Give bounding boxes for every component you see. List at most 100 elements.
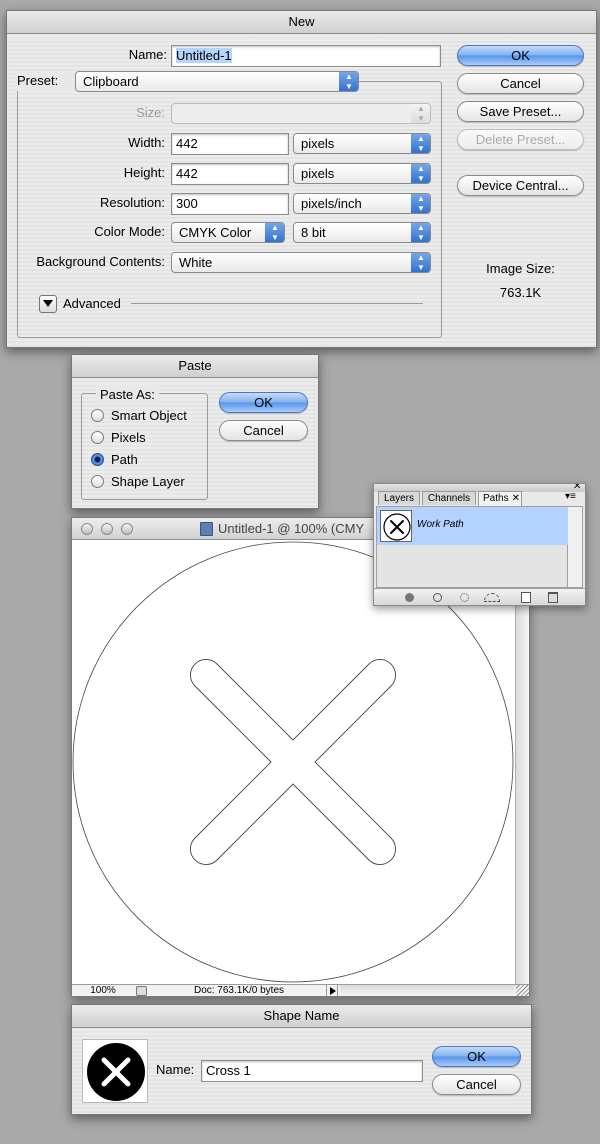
status-icon[interactable] bbox=[136, 986, 147, 996]
resolution-unit-select[interactable]: pixels/inch ▲ ▼ bbox=[293, 193, 431, 214]
tab-label: Channels bbox=[427, 493, 471, 504]
image-size-value: 763.1K bbox=[499, 285, 542, 300]
background-contents-select[interactable]: White ▲ ▼ bbox=[171, 252, 431, 273]
canvas[interactable] bbox=[72, 541, 515, 984]
resolution-label: Resolution: bbox=[99, 195, 165, 210]
preset-select-value: Clipboard bbox=[83, 74, 139, 89]
tab-paths[interactable]: Paths ✕ bbox=[478, 491, 522, 506]
color-mode-value: CMYK Color bbox=[179, 225, 252, 240]
path-list-scrollbar[interactable] bbox=[568, 506, 583, 588]
zoom-window-icon[interactable] bbox=[121, 523, 133, 535]
name-input-value: Untitled-1 bbox=[176, 48, 232, 63]
width-label: Width: bbox=[128, 135, 165, 150]
zoom-level[interactable]: 100% bbox=[72, 985, 134, 996]
shape-name-label: Name: bbox=[156, 1062, 195, 1077]
preset-label: Preset: bbox=[15, 71, 75, 91]
paste-dialog-title: Paste bbox=[72, 355, 318, 378]
background-contents-value: White bbox=[179, 255, 213, 270]
cancel-button[interactable]: Cancel bbox=[457, 73, 584, 94]
width-input[interactable]: 442 bbox=[171, 133, 289, 155]
resolution-unit-value: pixels/inch bbox=[301, 196, 362, 211]
resolution-input[interactable]: 300 bbox=[171, 193, 289, 215]
paste-option-shape-layer[interactable]: Shape Layer bbox=[91, 473, 185, 491]
color-mode-select[interactable]: CMYK Color ▲ ▼ bbox=[171, 222, 285, 243]
chevron-updown-icon: ▲ ▼ bbox=[411, 164, 430, 183]
preset-select[interactable]: Clipboard ▲ ▼ bbox=[75, 71, 359, 92]
document-title: Untitled-1 @ 100% (CMY bbox=[218, 521, 365, 536]
make-work-path-icon[interactable] bbox=[484, 593, 500, 602]
doc-info: Doc: 763.1K/0 bytes bbox=[193, 985, 285, 996]
status-menu-button[interactable] bbox=[326, 985, 338, 996]
chevron-updown-icon: ▲ ▼ bbox=[411, 223, 430, 242]
path-row-work-path[interactable]: Work Path bbox=[377, 507, 568, 545]
radio-icon bbox=[91, 475, 104, 488]
bit-depth-select[interactable]: 8 bit ▲ ▼ bbox=[293, 222, 431, 243]
height-unit-select[interactable]: pixels ▲ ▼ bbox=[293, 163, 431, 184]
name-label: Name: bbox=[128, 47, 167, 62]
new-dialog-title: New bbox=[7, 11, 596, 34]
minimize-window-icon[interactable] bbox=[101, 523, 113, 535]
height-input[interactable]: 442 bbox=[171, 163, 289, 185]
close-window-icon[interactable] bbox=[81, 523, 93, 535]
shape-name-input[interactable]: Cross 1 bbox=[201, 1060, 423, 1082]
paste-cancel-button[interactable]: Cancel bbox=[219, 420, 308, 441]
paste-option-smart-object[interactable]: Smart Object bbox=[91, 407, 187, 425]
triangle-down-icon bbox=[43, 300, 53, 307]
shape-name-dialog: Shape Name Name: Cross 1 OK Cancel bbox=[71, 1004, 532, 1115]
shape-preview bbox=[82, 1039, 148, 1103]
size-select[interactable]: ▲ ▼ bbox=[171, 103, 431, 124]
advanced-label: Advanced bbox=[63, 296, 121, 311]
tab-channels[interactable]: Channels bbox=[422, 491, 476, 505]
horizontal-scrollbar[interactable] bbox=[340, 985, 515, 996]
tab-close-icon[interactable]: ✕ bbox=[512, 493, 520, 504]
tab-layers[interactable]: Layers bbox=[378, 491, 420, 505]
paste-as-label: Paste As: bbox=[96, 385, 159, 405]
path-thumbnail bbox=[380, 510, 412, 542]
advanced-disclosure-button[interactable] bbox=[39, 295, 57, 313]
panel-menu-icon[interactable]: ▾≡ bbox=[565, 492, 576, 502]
triangle-right-icon bbox=[330, 987, 336, 995]
save-preset-button[interactable]: Save Preset... bbox=[457, 101, 584, 122]
ok-button[interactable]: OK bbox=[457, 45, 584, 66]
paste-option-pixels[interactable]: Pixels bbox=[91, 429, 146, 447]
width-unit-select[interactable]: pixels ▲ ▼ bbox=[293, 133, 431, 154]
document-proxy-icon bbox=[200, 522, 213, 536]
advanced-divider bbox=[131, 303, 423, 304]
stroke-path-icon[interactable] bbox=[433, 593, 442, 602]
status-bar: 100% Doc: 763.1K/0 bytes bbox=[72, 984, 529, 996]
width-unit-value: pixels bbox=[301, 136, 335, 151]
height-unit-value: pixels bbox=[301, 166, 335, 181]
color-mode-label: Color Mode: bbox=[94, 224, 165, 239]
chevron-updown-icon: ▲ ▼ bbox=[411, 194, 430, 213]
paths-panel: ✕ Layers Channels Paths ✕ ▾≡ Work Path bbox=[373, 483, 586, 606]
shape-ok-button[interactable]: OK bbox=[432, 1046, 521, 1067]
name-input[interactable]: Untitled-1 bbox=[171, 45, 441, 67]
trash-icon[interactable] bbox=[548, 592, 558, 603]
vertical-scrollbar[interactable] bbox=[515, 541, 529, 984]
paste-ok-button[interactable]: OK bbox=[219, 392, 308, 413]
path-name: Work Path bbox=[417, 519, 464, 530]
panel-footer bbox=[374, 588, 585, 605]
load-selection-icon[interactable] bbox=[460, 593, 469, 602]
new-path-icon[interactable] bbox=[521, 592, 531, 603]
new-dialog: New Name: Untitled-1 Preset: Clipboard ▲… bbox=[6, 10, 597, 348]
paste-option-label: Pixels bbox=[111, 430, 146, 445]
paste-option-path[interactable]: Path bbox=[91, 451, 138, 469]
shape-name-dialog-title: Shape Name bbox=[72, 1005, 531, 1028]
cross-circle-icon bbox=[87, 1043, 145, 1101]
fill-path-icon[interactable] bbox=[405, 593, 414, 602]
paste-option-label: Smart Object bbox=[111, 408, 187, 423]
radio-icon bbox=[91, 431, 104, 444]
chevron-updown-icon: ▲ ▼ bbox=[411, 104, 430, 123]
paste-dialog: Paste Paste As: Smart Object Pixels Path… bbox=[71, 354, 319, 509]
paste-option-label: Shape Layer bbox=[111, 474, 185, 489]
chevron-updown-icon: ▲ ▼ bbox=[265, 223, 284, 242]
resize-grip-icon[interactable] bbox=[516, 985, 529, 996]
chevron-updown-icon: ▲ ▼ bbox=[339, 72, 358, 91]
device-central-button[interactable]: Device Central... bbox=[457, 175, 584, 196]
radio-selected-icon bbox=[91, 453, 104, 466]
shape-cancel-button[interactable]: Cancel bbox=[432, 1074, 521, 1095]
background-contents-label: Background Contents: bbox=[36, 254, 165, 269]
tab-label: Paths bbox=[483, 493, 509, 504]
delete-preset-button[interactable]: Delete Preset... bbox=[457, 129, 584, 150]
